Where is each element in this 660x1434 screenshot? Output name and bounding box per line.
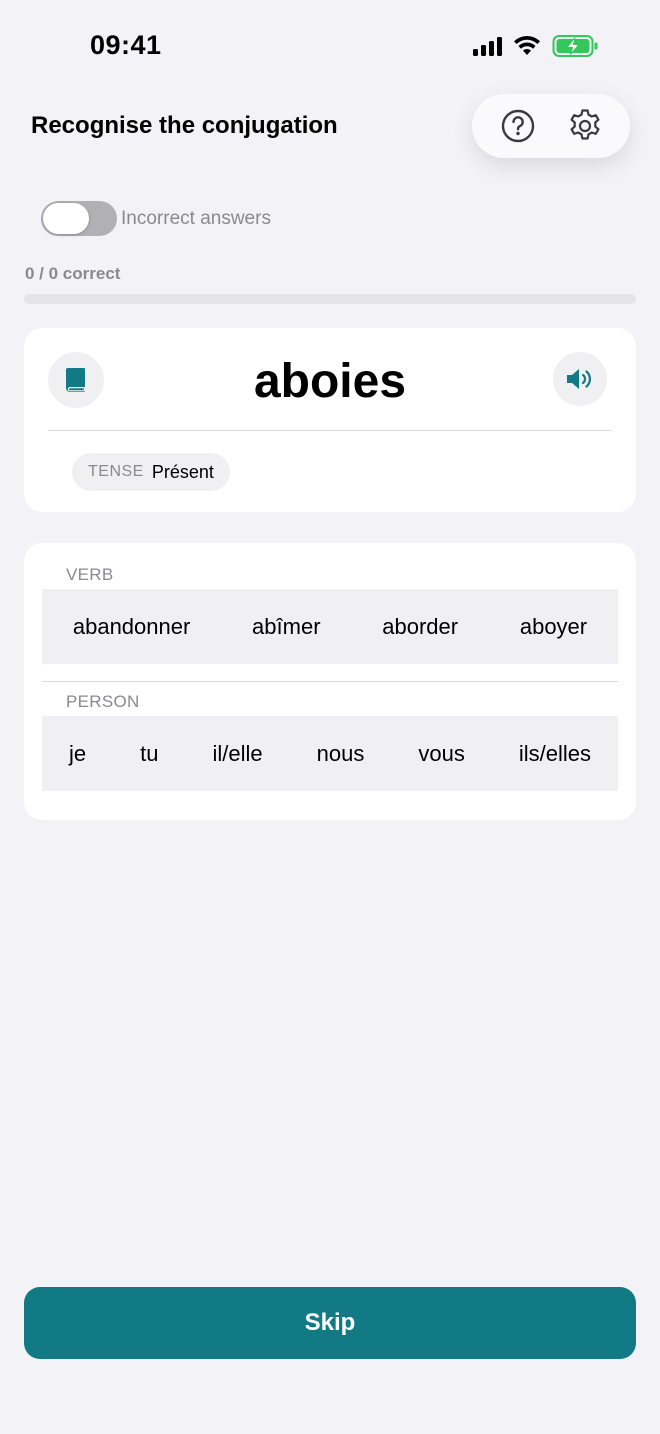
section-divider xyxy=(42,681,618,682)
help-button[interactable] xyxy=(498,106,538,146)
battery-charging-icon xyxy=(552,35,598,57)
tense-badge: TENSE Présent xyxy=(72,453,230,491)
speaker-icon xyxy=(567,369,591,389)
target-word: aboies xyxy=(253,355,407,408)
verb-section-label: VERB xyxy=(66,565,114,584)
page-title: Recognise the conjugation xyxy=(31,112,338,139)
wifi-icon xyxy=(514,35,540,55)
verb-option[interactable]: aboyer xyxy=(516,606,591,648)
verb-options: abandonner abîmer aborder aboyer xyxy=(42,589,618,664)
person-option[interactable]: nous xyxy=(313,733,369,775)
toggle-knob xyxy=(43,203,89,234)
person-option[interactable]: tu xyxy=(136,733,162,775)
card-divider xyxy=(48,430,612,431)
status-time: 09:41 xyxy=(90,30,162,60)
person-options: je tu il/elle nous vous ils/elles xyxy=(42,716,618,791)
person-section-label: PERSON xyxy=(66,692,140,711)
tense-key: TENSE xyxy=(88,463,144,480)
progress-text: 0 / 0 correct xyxy=(25,264,121,283)
signal-icon xyxy=(473,36,502,56)
tense-value: Présent xyxy=(151,461,214,482)
person-option[interactable]: il/elle xyxy=(208,733,266,775)
settings-button[interactable] xyxy=(565,106,605,146)
incorrect-answers-filter: Incorrect answers xyxy=(41,201,271,236)
screen: 09:41 Recognise the conjugation Incorrec… xyxy=(0,0,660,1434)
person-option[interactable]: ils/elles xyxy=(515,733,595,775)
gear-icon xyxy=(570,109,599,140)
status-icons xyxy=(473,34,600,58)
word-card: aboies TENSE Présent xyxy=(24,328,636,512)
toggle-label: Incorrect answers xyxy=(121,207,271,229)
incorrect-answers-toggle[interactable] xyxy=(41,201,117,236)
options-card: VERB abandonner abîmer aborder aboyer PE… xyxy=(24,543,636,820)
play-audio-button[interactable] xyxy=(553,352,607,406)
skip-button[interactable]: Skip xyxy=(24,1287,636,1359)
verb-option[interactable]: abîmer xyxy=(248,606,324,648)
person-option[interactable]: je xyxy=(65,733,90,775)
header-actions xyxy=(472,94,630,158)
question-circle-icon xyxy=(501,109,534,143)
person-option[interactable]: vous xyxy=(414,733,468,775)
progress-bar xyxy=(24,294,636,304)
verb-option[interactable]: abandonner xyxy=(69,606,194,648)
verb-option[interactable]: aborder xyxy=(378,606,462,648)
